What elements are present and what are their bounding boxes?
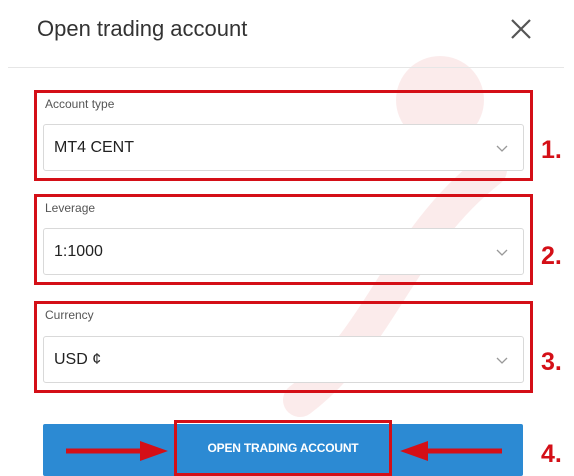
account-type-value: MT4 CENT	[54, 139, 134, 156]
step-number-4: 4.	[541, 440, 562, 468]
currency-select[interactable]: USD ¢	[43, 336, 524, 383]
leverage-field: Leverage 1:1000	[34, 194, 533, 285]
leverage-select[interactable]: 1:1000	[43, 228, 524, 275]
chevron-down-icon	[496, 357, 508, 364]
currency-field: Currency USD ¢	[34, 301, 533, 393]
account-type-select[interactable]: MT4 CENT	[43, 124, 524, 171]
step-number-1: 1.	[541, 136, 562, 164]
step-number-2: 2.	[541, 242, 562, 270]
account-type-field: Account type MT4 CENT	[34, 90, 533, 181]
chevron-down-icon	[496, 249, 508, 256]
step-number-3: 3.	[541, 348, 562, 376]
arrow-right-icon	[66, 441, 168, 461]
currency-label: Currency	[45, 308, 94, 322]
arrow-left-icon	[400, 441, 502, 461]
account-type-label: Account type	[45, 97, 115, 111]
chevron-down-icon	[496, 145, 508, 152]
leverage-value: 1:1000	[54, 243, 103, 260]
currency-value: USD ¢	[54, 351, 102, 368]
leverage-label: Leverage	[45, 201, 96, 215]
open-trading-account-dialog: Open trading account Account type MT4 CE…	[0, 0, 574, 476]
dialog-title: Open trading account	[37, 16, 248, 41]
header-divider	[8, 67, 564, 68]
button-highlight-box: OPEN TRADING ACCOUNT	[174, 420, 392, 476]
open-trading-account-button-label: OPEN TRADING ACCOUNT	[207, 441, 359, 455]
close-icon[interactable]	[504, 12, 538, 46]
